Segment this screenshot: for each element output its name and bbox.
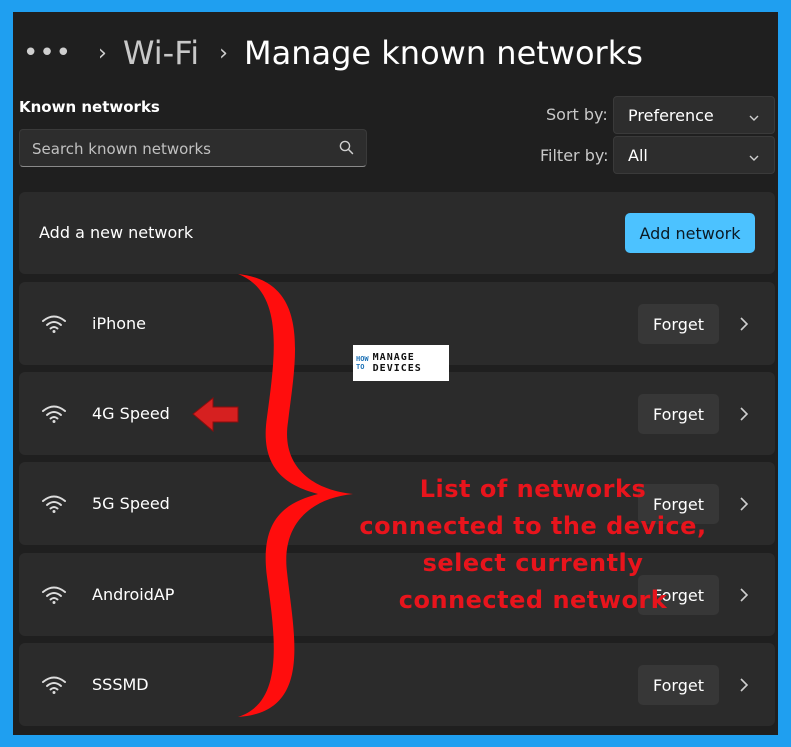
network-row-sssmd[interactable]: SSSMD Forget <box>19 643 775 726</box>
chevron-right-icon[interactable] <box>739 316 749 335</box>
annotation-text: List of networks connected to the device… <box>323 471 743 619</box>
search-input[interactable] <box>20 130 334 168</box>
breadcrumb-separator: › <box>219 40 228 66</box>
wifi-icon <box>41 314 67 338</box>
settings-window: ••• › Wi-Fi › Manage known networks Know… <box>13 12 778 735</box>
watermark-manage: MANAGE <box>372 352 415 363</box>
breadcrumb-separator: › <box>98 40 107 66</box>
breadcrumb: ••• › Wi-Fi › Manage known networks <box>23 28 643 78</box>
add-network-button[interactable]: Add network <box>625 213 755 253</box>
sort-by-dropdown[interactable]: Preference <box>613 96 775 134</box>
known-networks-heading: Known networks <box>19 98 160 116</box>
filter-by-label: Filter by: <box>540 146 609 165</box>
network-name: 4G Speed <box>92 404 170 423</box>
network-row-4g-speed[interactable]: 4G Speed Forget <box>19 372 775 455</box>
sort-by-value: Preference <box>628 105 714 125</box>
sort-by-label: Sort by: <box>546 105 608 124</box>
chevron-right-icon[interactable] <box>739 406 749 425</box>
watermark-logo: HOW TO MANAGE DEVICES <box>353 345 449 381</box>
breadcrumb-wifi-link[interactable]: Wi-Fi <box>123 34 199 72</box>
network-name: SSSMD <box>92 675 149 694</box>
annotation-line: connected to the device, <box>359 512 707 540</box>
add-network-card: Add a new network Add network <box>19 192 775 274</box>
forget-button[interactable]: Forget <box>638 394 719 434</box>
wifi-icon <box>41 404 67 428</box>
annotation-line: connected network <box>398 586 668 614</box>
network-name: 5G Speed <box>92 494 170 513</box>
forget-button[interactable]: Forget <box>638 304 719 344</box>
network-name: iPhone <box>92 314 147 333</box>
watermark-devices: DEVICES <box>372 363 422 374</box>
watermark-how: HOW <box>356 355 369 363</box>
filter-by-dropdown[interactable]: All <box>613 136 775 174</box>
wifi-icon <box>41 494 67 518</box>
wifi-icon <box>41 675 67 699</box>
annotation-line: List of networks <box>419 475 647 503</box>
forget-button[interactable]: Forget <box>638 665 719 705</box>
search-box[interactable] <box>19 129 367 168</box>
more-options-button[interactable]: ••• <box>23 40 72 66</box>
page-title: Manage known networks <box>243 34 643 72</box>
wifi-icon <box>41 585 67 609</box>
filter-by-value: All <box>628 145 648 165</box>
network-name: AndroidAP <box>92 585 175 604</box>
search-icon[interactable] <box>339 140 354 159</box>
watermark-to: TO <box>356 363 365 371</box>
annotation-line: select currently <box>422 549 644 577</box>
chevron-down-icon <box>748 149 760 168</box>
chevron-down-icon <box>748 109 760 128</box>
add-network-label: Add a new network <box>39 223 194 242</box>
chevron-right-icon[interactable] <box>739 677 749 696</box>
